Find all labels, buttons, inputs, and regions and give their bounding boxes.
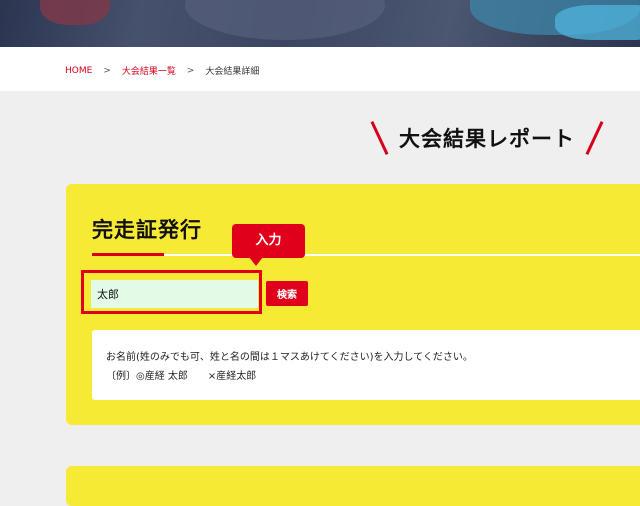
chevron-right-icon: > — [186, 65, 195, 76]
breadcrumb: HOME > 大会結果一覧 > 大会結果詳細 — [65, 64, 260, 78]
chevron-right-icon: > — [103, 65, 111, 76]
search-button[interactable]: 検索 — [266, 281, 308, 306]
input-tooltip: 入力 — [232, 224, 305, 266]
instruction-text: お名前(姓のみでも可、姓と名の間は１マスあけてください)を入力してください。 — [106, 352, 473, 363]
certificate-heading: 完走証発行 — [92, 218, 202, 242]
heading-underline — [92, 254, 640, 256]
hero-banner-image — [0, 0, 640, 47]
name-search-input[interactable] — [91, 280, 258, 308]
page-title-block: 大会結果レポート — [370, 120, 604, 156]
page-title: 大会結果レポート — [399, 127, 575, 151]
next-card — [66, 466, 640, 506]
title-slash-right — [585, 121, 604, 155]
breadcrumb-current: 大会結果詳細 — [205, 67, 260, 77]
breadcrumb-bar: HOME > 大会結果一覧 > 大会結果詳細 — [0, 47, 640, 91]
instruction-example: 〔例〕◎産経 太郎 ×産経太郎 — [106, 371, 257, 382]
instruction-note: お名前(姓のみでも可、姓と名の間は１マスあけてください)を入力してください。 〔… — [92, 330, 640, 400]
certificate-card: 完走証発行 入力 検索 お名前(姓のみでも可、姓と名の間は１マスあけてください)… — [66, 184, 640, 425]
title-slash-left — [370, 121, 389, 155]
breadcrumb-results-list-link[interactable]: 大会結果一覧 — [122, 64, 176, 77]
heading-accent-line — [92, 253, 164, 256]
breadcrumb-home-link[interactable]: HOME — [65, 66, 92, 76]
